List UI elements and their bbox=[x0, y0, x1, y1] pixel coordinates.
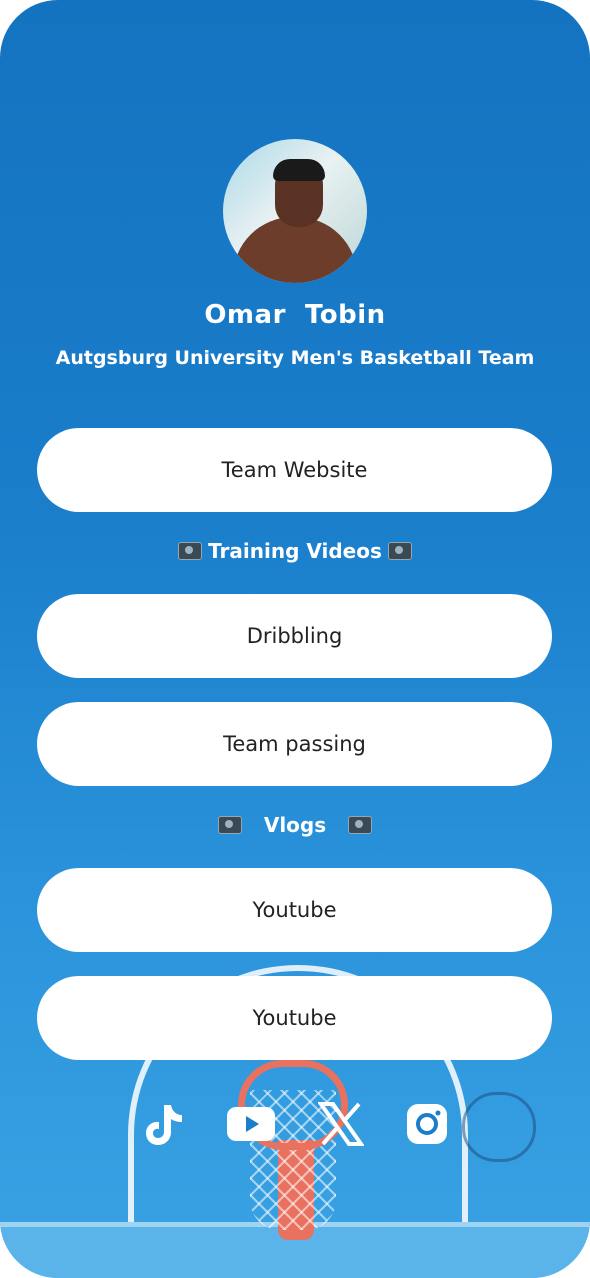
profile-subtitle: Autgsburg University Men's Basketball Te… bbox=[55, 347, 535, 369]
section-title-training-label: Training Videos bbox=[208, 539, 382, 563]
video-camera-icon bbox=[348, 816, 373, 834]
tiktok-icon[interactable] bbox=[138, 1096, 188, 1152]
video-camera-icon bbox=[217, 816, 242, 834]
social-links bbox=[0, 1096, 590, 1152]
section-title-vlogs: Vlogs bbox=[0, 813, 590, 837]
section-title-training: Training Videos bbox=[0, 539, 590, 563]
youtube-icon[interactable] bbox=[226, 1096, 276, 1152]
profile-page: Omar Tobin Autgsburg University Men's Ba… bbox=[0, 0, 590, 1278]
video-camera-icon bbox=[387, 542, 412, 560]
x-icon[interactable] bbox=[316, 1096, 366, 1152]
profile-name: Omar Tobin bbox=[204, 300, 386, 330]
instagram-icon[interactable] bbox=[402, 1096, 452, 1152]
youtube-button-1[interactable]: Youtube bbox=[37, 868, 552, 952]
youtube-button-2[interactable]: Youtube bbox=[37, 976, 552, 1060]
video-camera-icon bbox=[178, 542, 203, 560]
dribbling-button[interactable]: Dribbling bbox=[37, 594, 552, 678]
section-title-vlogs-label: Vlogs bbox=[263, 813, 327, 837]
avatar-cap bbox=[273, 159, 325, 181]
avatar bbox=[223, 139, 367, 283]
team-website-button[interactable]: Team Website bbox=[37, 428, 552, 512]
team-passing-button[interactable]: Team passing bbox=[37, 702, 552, 786]
